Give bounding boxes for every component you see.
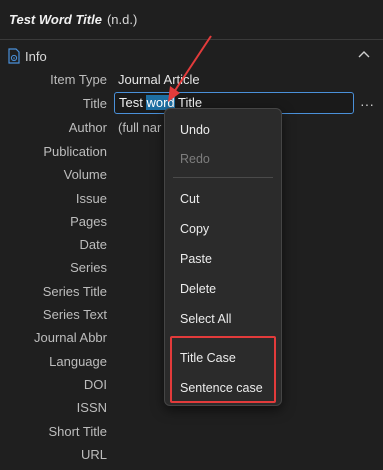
field-label-issn: ISSN: [76, 400, 107, 415]
field-label-issue: Issue: [75, 191, 107, 206]
menu-item-cut[interactable]: Cut: [180, 192, 199, 206]
item-title: Test Word Title: [9, 12, 102, 27]
field-label-language: Language: [49, 354, 107, 369]
field-label-short-title: Short Title: [48, 424, 107, 439]
field-label-series: Series: [70, 260, 107, 275]
menu-item-delete[interactable]: Delete: [180, 282, 216, 296]
menu-item-copy[interactable]: Copy: [180, 222, 209, 236]
info-document-icon: [8, 48, 20, 64]
menu-item-paste[interactable]: Paste: [180, 252, 212, 266]
field-label-title: Title: [82, 96, 107, 111]
title-text-before: Test: [119, 95, 147, 110]
field-label-pages: Pages: [70, 214, 107, 229]
field-label-doi: DOI: [83, 377, 107, 392]
field-label-journal-abbr: Journal Abbr: [34, 330, 107, 345]
item-date: (n.d.): [106, 12, 138, 27]
chevron-up-icon[interactable]: [357, 48, 371, 62]
annotation-highlight-box: [170, 336, 276, 403]
menu-item-undo[interactable]: Undo: [180, 123, 210, 137]
section-label: Info: [25, 48, 47, 64]
author-value[interactable]: (full nar: [118, 120, 161, 135]
more-options-button[interactable]: ···: [360, 96, 374, 112]
field-label-series-text: Series Text: [42, 307, 107, 322]
menu-separator: [173, 177, 273, 178]
field-label-volume: Volume: [63, 167, 107, 182]
field-label-publication: Publication: [43, 144, 107, 159]
annotation-arrow-icon: [168, 35, 212, 102]
menu-item-redo: Redo: [180, 152, 210, 166]
menu-item-select-all[interactable]: Select All: [180, 312, 231, 326]
field-label-item-type: Item Type: [50, 72, 107, 87]
field-label-date: Date: [79, 237, 107, 252]
field-label-series-title: Series Title: [42, 284, 107, 299]
field-label-author: Author: [68, 120, 107, 135]
field-label-url: URL: [80, 447, 107, 462]
